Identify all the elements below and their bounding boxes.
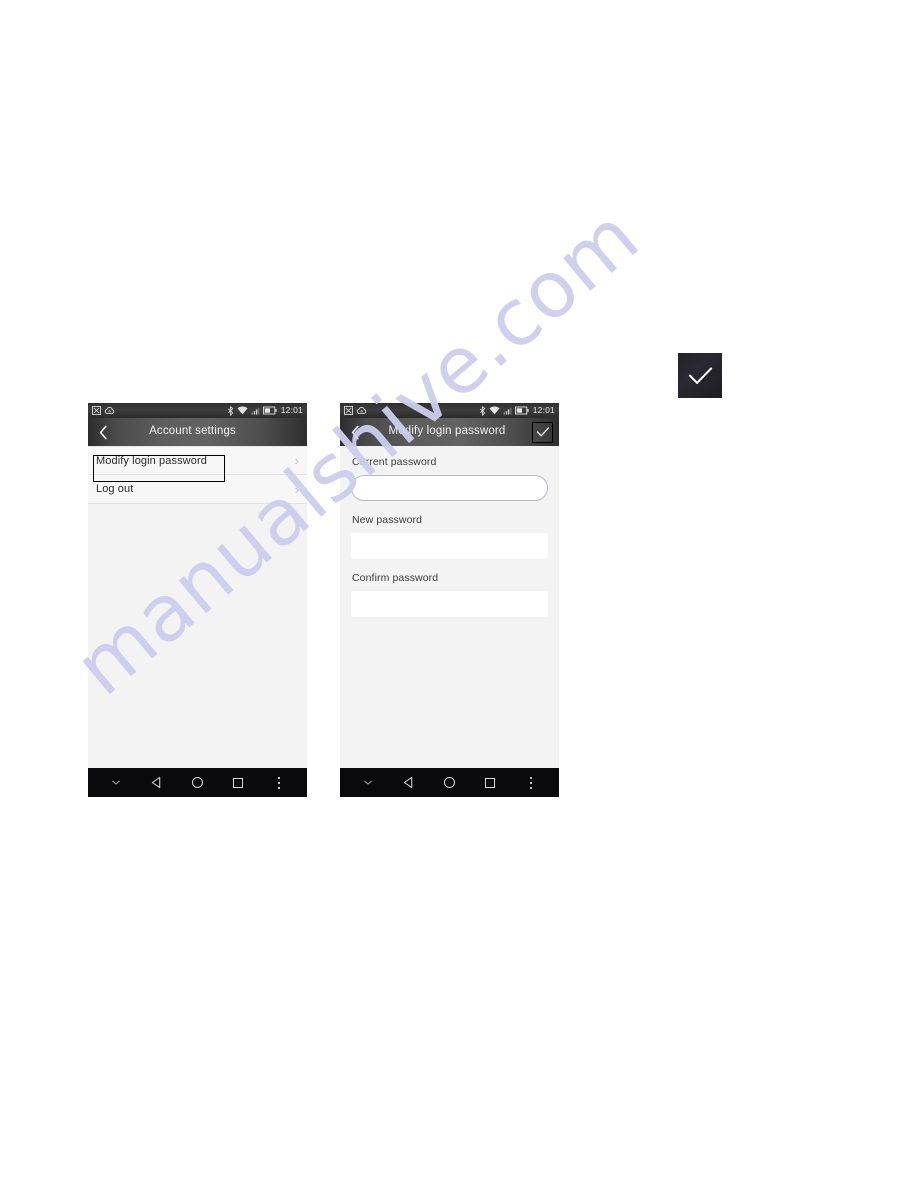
recents-icon xyxy=(485,777,496,788)
page-title: Modify login password xyxy=(388,425,506,438)
status-bar-right-icons: 12:01 xyxy=(227,405,303,416)
status-bar-right-icons: 12:01 xyxy=(479,405,555,416)
hide-nav-icon xyxy=(112,780,121,785)
battery-icon xyxy=(262,406,277,415)
cloud-sync-icon xyxy=(356,406,367,414)
screenshot-icon xyxy=(344,406,353,415)
overflow-menu-icon xyxy=(277,776,280,789)
wifi-icon xyxy=(237,406,248,415)
overflow-menu-button[interactable] xyxy=(266,768,292,797)
chevron-left-icon xyxy=(351,425,359,439)
back-button[interactable] xyxy=(396,768,422,797)
settings-list: Modify login password › Log out › xyxy=(88,446,307,782)
overflow-menu-button[interactable] xyxy=(518,768,544,797)
document-page: manualshive.com 12:01 Account settings M… xyxy=(0,0,918,1188)
phone-screenshot-account-settings: 12:01 Account settings Modify login pass… xyxy=(88,403,307,797)
status-bar-clock: 12:01 xyxy=(280,405,303,416)
confirm-check-callout xyxy=(678,353,722,398)
list-item-modify-login-password[interactable]: Modify login password › xyxy=(88,446,307,475)
android-navigation-bar xyxy=(88,768,307,797)
battery-icon xyxy=(514,406,529,415)
hide-nav-button[interactable] xyxy=(355,768,381,797)
home-button[interactable] xyxy=(184,768,210,797)
recents-icon xyxy=(233,777,244,788)
status-bar: 12:01 xyxy=(340,403,559,418)
android-navigation-bar xyxy=(340,768,559,797)
back-icon xyxy=(152,776,161,789)
back-icon xyxy=(404,776,413,789)
field-label-current-password: Current password xyxy=(352,456,437,468)
cloud-sync-icon xyxy=(104,406,115,414)
overflow-menu-icon xyxy=(529,776,532,789)
list-item-log-out[interactable]: Log out › xyxy=(88,475,307,504)
list-item-label: Log out xyxy=(96,483,134,495)
password-form: Current password New password Confirm pa… xyxy=(340,446,559,782)
new-password-input[interactable] xyxy=(351,533,548,559)
action-bar-action-placeholder xyxy=(275,418,305,446)
check-icon xyxy=(688,366,712,384)
confirm-password-input[interactable] xyxy=(351,591,548,617)
back-button[interactable] xyxy=(144,768,170,797)
status-bar-left-icons xyxy=(344,406,367,415)
screenshot-icon xyxy=(92,406,101,415)
status-bar-left-icons xyxy=(92,406,115,415)
field-label-confirm-password: Confirm password xyxy=(352,572,439,584)
phone-screenshot-modify-login-password: 12:01 Modify login password Current pass… xyxy=(340,403,559,797)
status-bar: 12:01 xyxy=(88,403,307,418)
home-icon xyxy=(443,776,456,789)
check-icon xyxy=(536,427,549,437)
chevron-right-icon: › xyxy=(294,481,299,497)
action-bar: Account settings xyxy=(88,418,307,446)
hide-nav-button[interactable] xyxy=(103,768,129,797)
bluetooth-icon xyxy=(227,405,233,416)
recents-button[interactable] xyxy=(477,768,503,797)
chevron-left-icon xyxy=(99,425,107,439)
status-bar-clock: 12:01 xyxy=(532,405,555,416)
signal-icon xyxy=(251,407,260,415)
page-title: Account settings xyxy=(149,425,236,438)
signal-icon xyxy=(503,407,512,415)
current-password-input[interactable] xyxy=(351,475,548,501)
field-label-new-password: New password xyxy=(352,514,423,526)
wifi-icon xyxy=(489,406,500,415)
home-icon xyxy=(191,776,204,789)
list-item-label: Modify login password xyxy=(96,454,207,467)
bluetooth-icon xyxy=(479,405,485,416)
hide-nav-icon xyxy=(364,780,373,785)
chevron-right-icon: › xyxy=(294,453,299,468)
action-bar: Modify login password xyxy=(340,418,559,446)
recents-button[interactable] xyxy=(225,768,251,797)
home-button[interactable] xyxy=(436,768,462,797)
confirm-button[interactable] xyxy=(532,421,553,443)
